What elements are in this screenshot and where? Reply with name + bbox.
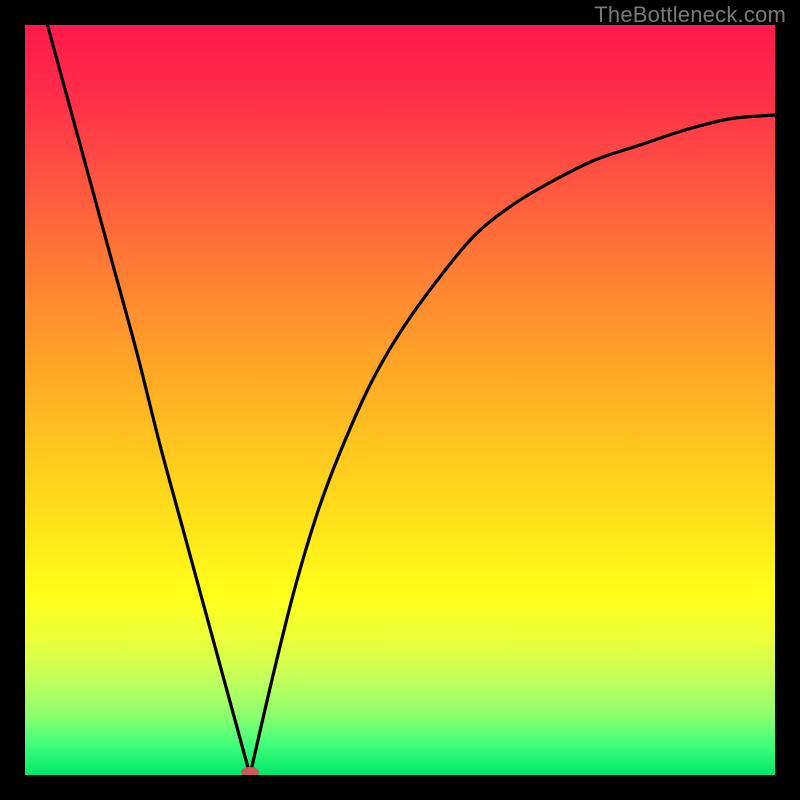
chart-frame: TheBottleneck.com [0, 0, 800, 800]
minimum-marker [241, 767, 259, 775]
bottleneck-curve [48, 25, 776, 775]
curve-layer [25, 25, 775, 775]
watermark-text: TheBottleneck.com [594, 2, 786, 28]
plot-area [25, 25, 775, 775]
